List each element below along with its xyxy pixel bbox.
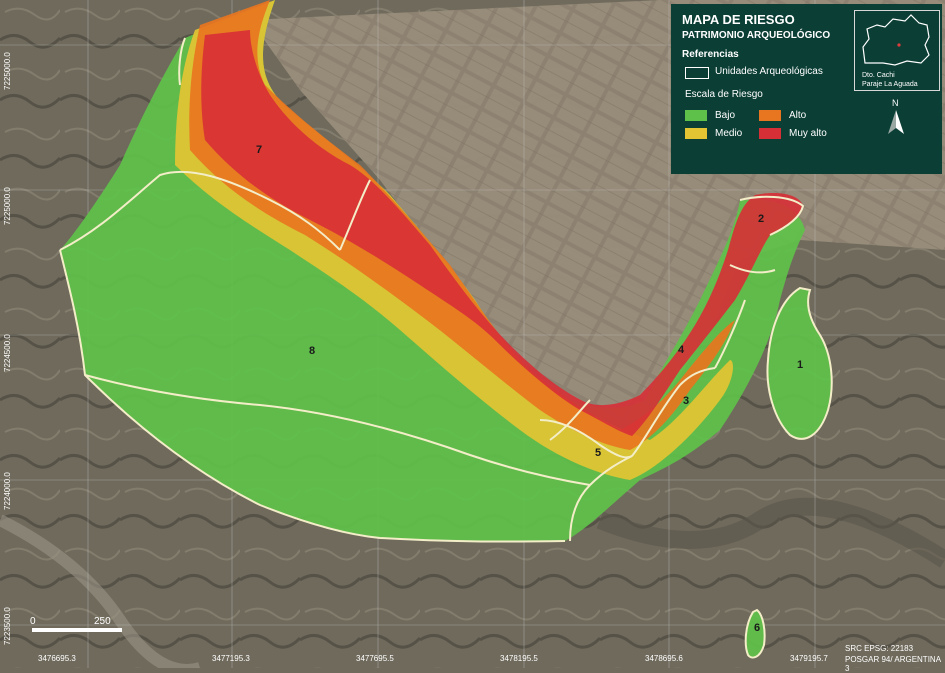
legend-swatch-medio <box>685 128 707 139</box>
unit-label-1: 1 <box>797 359 804 371</box>
north-arrow-icon <box>888 110 904 134</box>
inset-caption-1: Dto. Cachi <box>862 72 895 79</box>
legend-subtitle: PATRIMONIO ARQUEOLÓGICO <box>682 30 831 41</box>
crs-line-2: POSGAR 94/ ARGENTINA 3 <box>845 655 941 673</box>
coord-y-1: 7225000.0 <box>3 52 12 90</box>
legend-label-medio: Medio <box>715 128 743 139</box>
unit-label-4: 4 <box>678 344 685 356</box>
crs-line-1: SRC EPSG: 22183 <box>845 644 914 653</box>
legend-swatch-muy-alto <box>759 128 781 139</box>
legend-swatch-alto <box>759 110 781 121</box>
legend-scale-heading: Escala de Riesgo <box>685 89 763 100</box>
scale-bar <box>32 628 122 632</box>
map-frame: 1 2 3 4 5 6 7 8 3476695.3 3477195.3 3477… <box>0 0 945 673</box>
coord-y-5: 7223500.0 <box>3 607 12 645</box>
coord-y-2: 7225000.0 <box>3 187 12 225</box>
legend-label-alto: Alto <box>789 110 807 121</box>
unit-label-6: 6 <box>754 622 761 634</box>
coord-x-4: 3478195.5 <box>500 654 538 663</box>
coord-x-3: 3477695.5 <box>356 654 394 663</box>
coord-x-5: 3478695.6 <box>645 654 683 663</box>
coord-x-6: 3479195.7 <box>790 654 828 663</box>
unit-label-2: 2 <box>758 213 765 225</box>
north-arrow: N <box>882 98 910 138</box>
legend-swatch-bajo <box>685 110 707 121</box>
unit-label-7: 7 <box>256 144 263 156</box>
legend-unit-swatch <box>685 67 709 79</box>
legend-unit-label: Unidades Arqueológicas <box>715 66 823 77</box>
legend-title: MAPA DE RIESGO <box>682 12 795 27</box>
coord-x-2: 3477195.3 <box>212 654 250 663</box>
coord-x-1: 3476695.3 <box>38 654 76 663</box>
legend-references-heading: Referencias <box>682 49 739 60</box>
unit-label-8: 8 <box>309 345 316 357</box>
scale-mark: 250 <box>94 616 111 627</box>
inset-outline <box>862 14 930 66</box>
unit-label-5: 5 <box>595 447 602 459</box>
unit-label-3: 3 <box>683 395 690 407</box>
scale-zero: 0 <box>30 616 36 627</box>
coord-y-4: 7224000.0 <box>3 472 12 510</box>
inset-caption-2: Paraje La Aguada <box>862 81 918 88</box>
legend-label-muy-alto: Muy alto <box>789 128 827 139</box>
north-label: N <box>892 98 899 108</box>
coord-y-3: 7224500.0 <box>3 334 12 372</box>
legend-label-bajo: Bajo <box>715 110 736 121</box>
